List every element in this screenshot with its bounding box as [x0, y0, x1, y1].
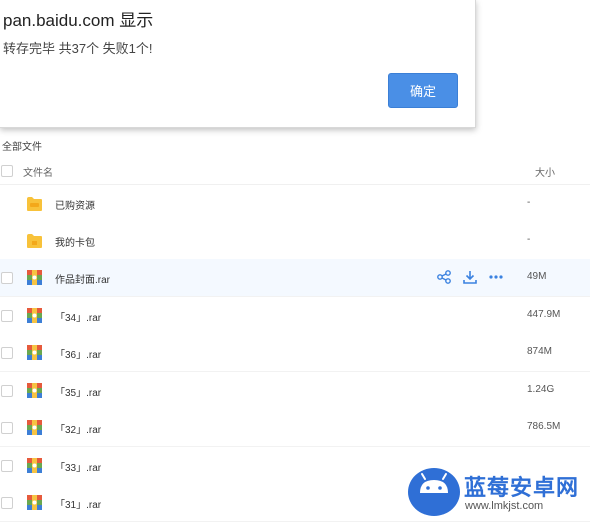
watermark: 蓝莓安卓网 www.lmkjst.com [405, 460, 590, 518]
rar-archive-icon [25, 343, 44, 362]
file-size: 874M [527, 346, 553, 357]
list-item[interactable]: 「35」.rar 1.24G [0, 372, 590, 410]
column-header-name[interactable]: 文件名 [23, 164, 53, 179]
list-item[interactable]: 「34」.rar 447.9M [0, 297, 590, 335]
file-list-header: 文件名 大小 [0, 156, 590, 185]
list-item[interactable]: 「36」.rar 874M [0, 334, 590, 372]
file-size: 786.5M [527, 421, 561, 432]
rar-archive-icon [25, 306, 44, 325]
file-size: 1.24G [527, 384, 555, 395]
list-item[interactable]: 「32」.rar 786.5M [0, 409, 590, 447]
row-checkbox[interactable] [1, 385, 13, 397]
list-item[interactable]: 作品封面.rar 49M [0, 259, 590, 297]
file-name[interactable]: 已购资源 [55, 197, 95, 212]
column-header-size[interactable]: 大小 [535, 164, 555, 179]
watermark-url: www.lmkjst.com [465, 500, 544, 512]
file-name[interactable]: 「35」.rar [55, 384, 101, 399]
file-size: 49M [527, 271, 547, 282]
file-name[interactable]: 我的卡包 [55, 234, 95, 249]
share-icon[interactable] [436, 269, 452, 285]
file-name[interactable]: 「31」.rar [55, 496, 101, 511]
rar-archive-icon [25, 381, 44, 400]
background-strip [475, 0, 590, 127]
rar-archive-icon [25, 456, 44, 475]
file-name[interactable]: 「36」.rar [55, 346, 101, 361]
file-name[interactable]: 「32」.rar [55, 421, 101, 436]
list-item[interactable]: 我的卡包 - [0, 222, 590, 260]
download-icon[interactable] [462, 269, 478, 285]
file-name[interactable]: 作品封面.rar [55, 271, 110, 286]
folder-icon [25, 194, 44, 213]
ok-button[interactable]: 确定 [388, 73, 458, 108]
row-checkbox[interactable] [1, 497, 13, 509]
file-size: - [527, 234, 531, 245]
breadcrumb[interactable]: 全部文件 [2, 138, 42, 153]
file-size: 447.9M [527, 309, 561, 320]
dialog-message: 转存完毕 共37个 失败1个! [3, 41, 153, 56]
folder-icon [25, 231, 44, 250]
dialog-title: pan.baidu.com 显示 [3, 11, 154, 30]
watermark-text: 蓝莓安卓网 [464, 475, 580, 500]
list-item[interactable]: 已购资源 - [0, 185, 590, 223]
row-checkbox[interactable] [1, 272, 13, 284]
file-name[interactable]: 「33」.rar [55, 459, 101, 474]
row-actions [436, 269, 504, 285]
file-name[interactable]: 「34」.rar [55, 309, 101, 324]
rar-archive-icon [25, 493, 44, 512]
row-checkbox[interactable] [1, 347, 13, 359]
row-checkbox[interactable] [1, 310, 13, 322]
android-logo-icon [408, 468, 460, 516]
file-size: - [527, 197, 531, 208]
alert-dialog: pan.baidu.com 显示 转存完毕 共37个 失败1个! 确定 [0, 0, 476, 128]
row-checkbox[interactable] [1, 422, 13, 434]
select-all-checkbox[interactable] [1, 165, 13, 177]
rar-archive-icon [25, 268, 44, 287]
row-checkbox[interactable] [1, 460, 13, 472]
rar-archive-icon [25, 418, 44, 437]
more-icon[interactable] [488, 269, 504, 285]
